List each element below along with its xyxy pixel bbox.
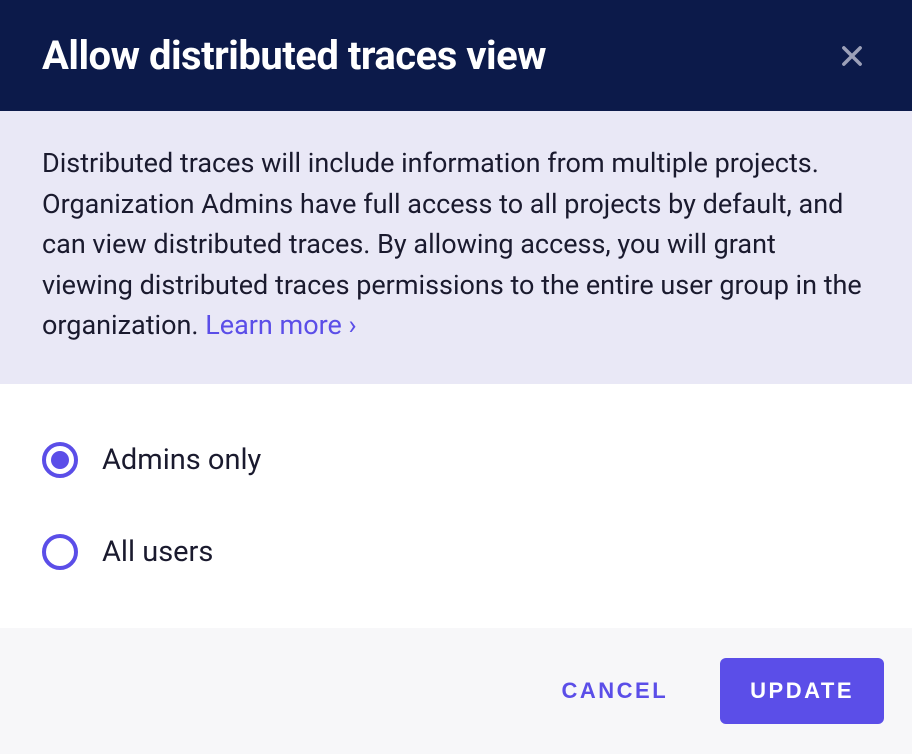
modal-footer: CANCEL UPDATE — [0, 628, 912, 754]
modal-dialog: Allow distributed traces view Distribute… — [0, 0, 912, 754]
close-icon — [838, 42, 866, 70]
radio-group: Admins only All users — [42, 442, 870, 570]
description-body: Distributed traces will include informat… — [42, 147, 862, 341]
cancel-button[interactable]: CANCEL — [550, 670, 681, 712]
close-button[interactable] — [834, 38, 870, 74]
modal-description: Distributed traces will include informat… — [0, 111, 912, 384]
radio-label: All users — [102, 535, 213, 569]
modal-body: Admins only All users — [0, 384, 912, 628]
radio-indicator — [42, 534, 78, 570]
modal-title: Allow distributed traces view — [42, 32, 546, 79]
description-text: Distributed traces will include informat… — [42, 143, 870, 346]
radio-indicator — [42, 442, 78, 478]
radio-label: Admins only — [102, 443, 261, 477]
radio-option-all-users[interactable]: All users — [42, 534, 870, 570]
learn-more-link[interactable]: Learn more › — [205, 309, 356, 341]
radio-option-admins-only[interactable]: Admins only — [42, 442, 870, 478]
update-button[interactable]: UPDATE — [720, 658, 884, 724]
modal-header: Allow distributed traces view — [0, 0, 912, 111]
